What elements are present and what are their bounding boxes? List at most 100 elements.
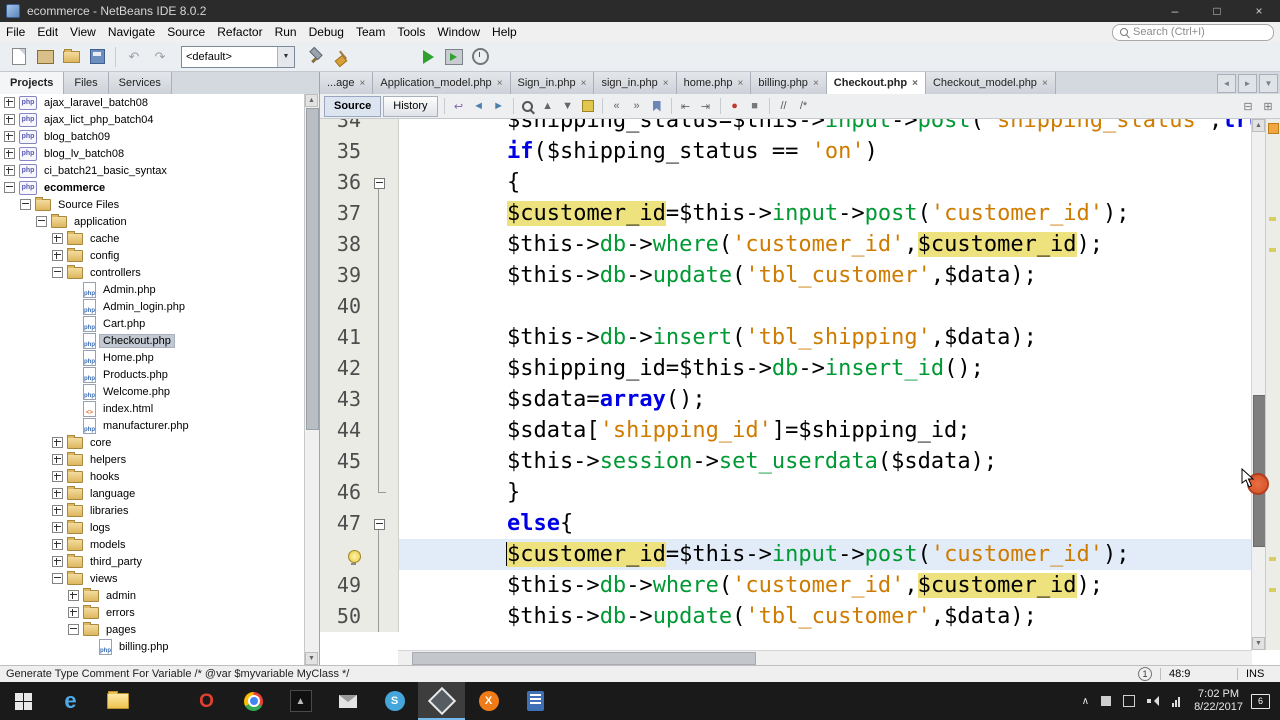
code-text[interactable]: $this->db->where('customer_id',$customer… bbox=[399, 570, 1280, 601]
new-project-button[interactable] bbox=[32, 45, 58, 69]
tree-row[interactable]: application bbox=[0, 213, 305, 230]
find-next-occurrence-button[interactable]: ▼ bbox=[558, 96, 578, 116]
code-text[interactable]: else{ bbox=[399, 508, 1280, 539]
tree-row[interactable]: config bbox=[0, 247, 305, 264]
uncomment-button[interactable]: /* bbox=[794, 96, 814, 116]
line-number[interactable]: 34 bbox=[320, 119, 364, 136]
gutter-line-36[interactable]: 36 bbox=[320, 167, 399, 198]
minimize-button[interactable]: – bbox=[1154, 0, 1196, 22]
menu-file[interactable]: File bbox=[0, 23, 31, 41]
gutter-line-38[interactable]: 38 bbox=[320, 229, 399, 260]
expand-icon[interactable] bbox=[52, 437, 63, 448]
expand-icon[interactable] bbox=[52, 522, 63, 533]
toggle-bookmark-button[interactable] bbox=[647, 96, 667, 116]
tree-row[interactable]: hooks bbox=[0, 468, 305, 485]
expand-icon[interactable] bbox=[4, 165, 15, 176]
doc-tab-checkout-model-php[interactable]: Checkout_model.php × bbox=[925, 72, 1056, 94]
code-text[interactable]: $shipping_status=$this->input->post('shi… bbox=[399, 119, 1280, 136]
edge-taskbar-button[interactable]: e bbox=[47, 682, 94, 720]
menu-help[interactable]: Help bbox=[486, 23, 523, 41]
doc-tab-sign-in-php[interactable]: Sign_in.php × bbox=[510, 72, 595, 94]
gutter-line-47[interactable]: 47 bbox=[320, 508, 399, 539]
taskbar-clock[interactable]: 7:02 PM 8/22/2017 bbox=[1194, 688, 1243, 714]
clean-build-button[interactable] bbox=[329, 45, 355, 69]
line-number[interactable]: 39 bbox=[320, 260, 364, 291]
tree-row[interactable]: admin bbox=[0, 587, 305, 604]
tree-row[interactable]: libraries bbox=[0, 502, 305, 519]
code-text[interactable]: $customer_id=$this->input->post('custome… bbox=[399, 539, 1280, 570]
start-button[interactable] bbox=[0, 682, 47, 720]
editor-overflow-button[interactable]: ⊞ bbox=[1258, 96, 1278, 116]
undo-button[interactable]: ↶ bbox=[121, 45, 147, 69]
menu-edit[interactable]: Edit bbox=[31, 23, 64, 41]
tree-row[interactable]: php blog_lv_batch08 bbox=[0, 145, 305, 162]
toggle-highlight-search-button[interactable] bbox=[578, 96, 598, 116]
tree-row[interactable]: php ecommerce bbox=[0, 179, 305, 196]
gutter-line-50[interactable]: 50 bbox=[320, 601, 399, 632]
redo-button[interactable]: ↷ bbox=[147, 45, 173, 69]
collapse-icon[interactable] bbox=[52, 573, 63, 584]
gutter-line-39[interactable]: 39 bbox=[320, 260, 399, 291]
tree-row[interactable]: errors bbox=[0, 604, 305, 621]
tree-row[interactable]: third_party bbox=[0, 553, 305, 570]
menu-run[interactable]: Run bbox=[269, 23, 303, 41]
file-explorer-taskbar-button[interactable] bbox=[94, 682, 141, 720]
tab-close-icon[interactable]: × bbox=[738, 78, 744, 89]
editor-horizontal-scrollbar[interactable] bbox=[398, 650, 1252, 666]
open-project-button[interactable] bbox=[58, 45, 84, 69]
menu-refactor[interactable]: Refactor bbox=[211, 23, 268, 41]
occurrence-stripe-mark[interactable] bbox=[1269, 217, 1276, 221]
tree-row[interactable]: helpers bbox=[0, 451, 305, 468]
editor-scroll-up-icon[interactable]: ▲ bbox=[1252, 119, 1265, 132]
line-number[interactable]: 35 bbox=[320, 136, 364, 167]
expand-icon[interactable] bbox=[68, 607, 79, 618]
tree-row[interactable]: php manufacturer.php bbox=[0, 417, 305, 434]
line-number[interactable] bbox=[320, 539, 364, 570]
line-number[interactable]: 44 bbox=[320, 415, 364, 446]
code-text[interactable]: if($shipping_status == 'on') bbox=[399, 136, 1280, 167]
menu-view[interactable]: View bbox=[64, 23, 102, 41]
history-view-button[interactable]: History bbox=[383, 95, 438, 117]
build-project-button[interactable] bbox=[303, 45, 329, 69]
tree-row[interactable]: language bbox=[0, 485, 305, 502]
expand-icon[interactable] bbox=[52, 454, 63, 465]
tab-close-icon[interactable]: × bbox=[663, 78, 669, 89]
hint-bulb-icon[interactable] bbox=[348, 550, 361, 565]
tree-row[interactable]: core bbox=[0, 434, 305, 451]
tab-close-icon[interactable]: × bbox=[813, 78, 819, 89]
code-text[interactable]: $shipping_id=$this->db->insert_id(); bbox=[399, 353, 1280, 384]
line-number[interactable]: 43 bbox=[320, 384, 364, 415]
expand-icon[interactable] bbox=[52, 488, 63, 499]
expand-icon[interactable] bbox=[68, 590, 79, 601]
tree-row[interactable]: php ajax_laravel_batch08 bbox=[0, 94, 305, 111]
code-text[interactable]: $customer_id=$this->input->post('custome… bbox=[399, 198, 1280, 229]
menu-debug[interactable]: Debug bbox=[303, 23, 350, 41]
chrome-taskbar-button[interactable] bbox=[230, 682, 277, 720]
code-text[interactable]: $sdata=array(); bbox=[399, 384, 1280, 415]
line-number[interactable]: 38 bbox=[320, 229, 364, 260]
code-text[interactable]: $this->session->set_userdata($sdata); bbox=[399, 446, 1280, 477]
gutter-line-44[interactable]: 44 bbox=[320, 415, 399, 446]
doc-tab-home-php[interactable]: home.php × bbox=[676, 72, 752, 94]
code-text[interactable]: $this->db->where('customer_id',$customer… bbox=[399, 229, 1280, 260]
tree-row[interactable]: php blog_batch09 bbox=[0, 128, 305, 145]
code-text[interactable]: $sdata['shipping_id']=$shipping_id; bbox=[399, 415, 1280, 446]
code-text[interactable]: { bbox=[399, 167, 1280, 198]
tab-close-icon[interactable]: × bbox=[912, 78, 918, 89]
media-player-dark-taskbar-button[interactable]: ▲ bbox=[277, 682, 324, 720]
netbeans-taskbar-button[interactable] bbox=[418, 682, 465, 720]
gutter-line-35[interactable]: 35 bbox=[320, 136, 399, 167]
tree-scrollbar[interactable]: ▲ ▼ bbox=[304, 94, 319, 665]
line-number[interactable]: 37 bbox=[320, 198, 364, 229]
line-number[interactable]: 47 bbox=[320, 508, 364, 539]
collapse-icon[interactable] bbox=[52, 267, 63, 278]
expand-icon[interactable] bbox=[52, 539, 63, 550]
doc-tab--age[interactable]: ...age × bbox=[320, 72, 374, 94]
gutter-line-42[interactable]: 42 bbox=[320, 353, 399, 384]
code-editor[interactable]: 34 $shipping_status=$this->input->post('… bbox=[320, 119, 1280, 650]
tab-close-icon[interactable]: × bbox=[360, 78, 366, 89]
configuration-combo[interactable]: <default> ▼ bbox=[181, 45, 295, 68]
code-text[interactable]: $this->db->insert('tbl_shipping',$data); bbox=[399, 322, 1280, 353]
occurrence-stripe-mark[interactable] bbox=[1269, 557, 1276, 561]
tree-row[interactable]: pages bbox=[0, 621, 305, 638]
